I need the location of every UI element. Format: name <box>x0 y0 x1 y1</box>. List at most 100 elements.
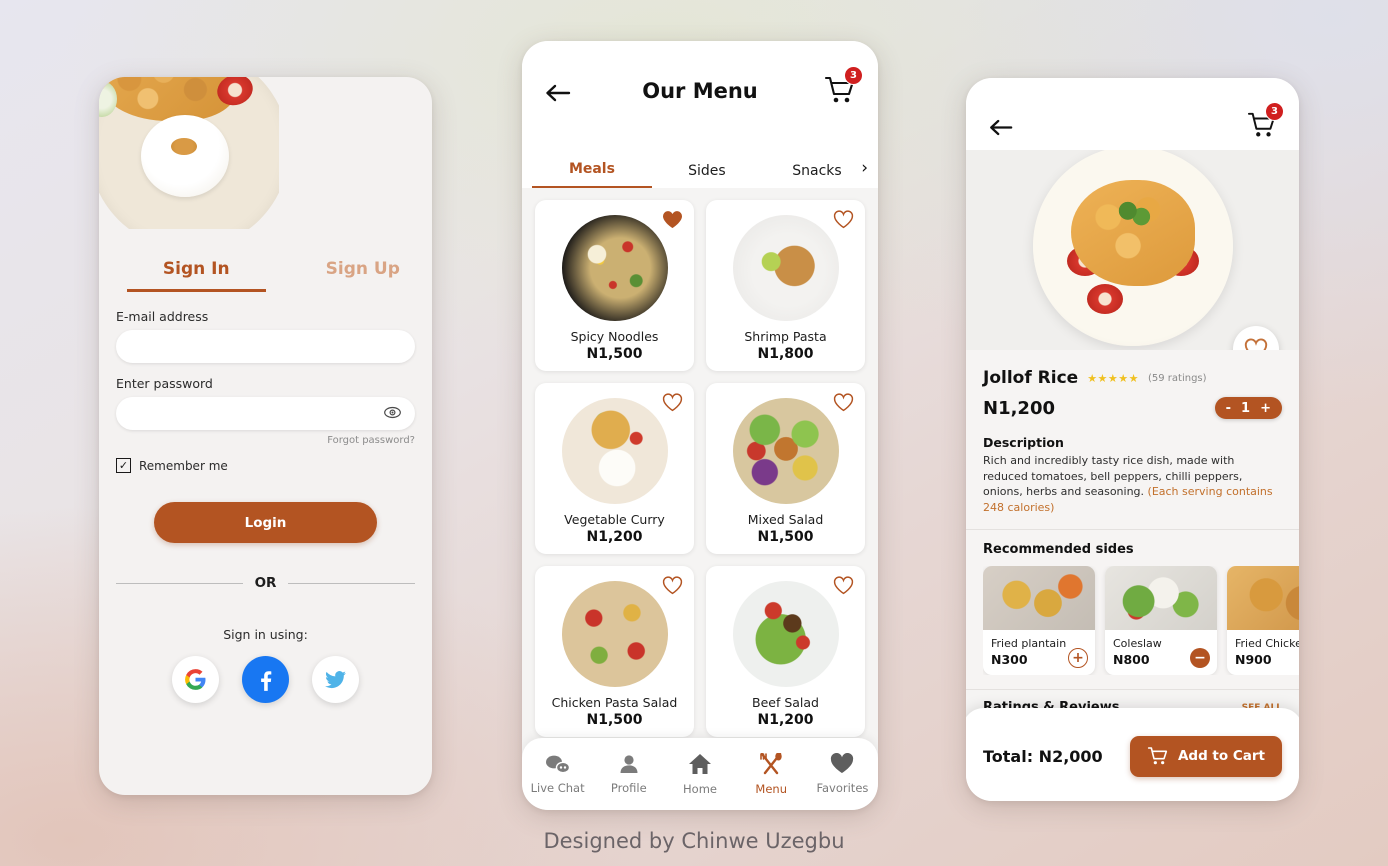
twitter-icon <box>325 671 346 689</box>
bottom-navigation: Live Chat Profile Home Menu Favorites <box>522 738 878 810</box>
rating-stars: ★★★★★ <box>1087 371 1139 385</box>
home-icon <box>664 753 735 778</box>
menu-item-name: Spicy Noodles <box>570 329 659 344</box>
side-card[interactable]: Fried plantain N300 + <box>983 566 1095 676</box>
menu-screen: Our Menu 3 Meals Sides Snacks › Spicy No… <box>522 41 878 810</box>
email-label: E-mail address <box>116 309 209 324</box>
divider-line-left <box>116 582 243 584</box>
description-body: Rich and incredibly tasty rice dish, mad… <box>983 453 1282 515</box>
menu-item-image <box>732 215 839 321</box>
forgot-password-link[interactable]: Forgot password? <box>116 435 415 446</box>
facebook-icon <box>260 670 271 691</box>
side-card[interactable]: Coleslaw N800 − <box>1105 566 1217 676</box>
chevron-right-icon[interactable]: › <box>861 158 868 178</box>
checkout-bar: Total: N2,000 Add to Cart <box>966 708 1299 801</box>
quantity-value: 1 <box>1241 400 1251 416</box>
cart-icon <box>1147 747 1168 765</box>
menu-item-image <box>561 215 668 321</box>
jollof-rice-graphic <box>1070 180 1195 286</box>
google-signin-button[interactable] <box>172 656 219 703</box>
social-buttons <box>116 656 415 703</box>
recommended-sides-list[interactable]: Fried plantain N300 + Coleslaw N800 − Fr… <box>983 566 1299 676</box>
favorite-icon-outline[interactable] <box>833 576 854 599</box>
product-name: Jollof Rice <box>983 368 1079 388</box>
nav-item-menu[interactable]: Menu <box>736 752 807 796</box>
password-label: Enter password <box>116 376 213 391</box>
divider-line-right <box>288 582 415 584</box>
chat-icon <box>522 754 593 777</box>
tab-meals[interactable]: Meals <box>532 161 652 188</box>
quantity-stepper[interactable]: - 1 + <box>1214 397 1282 419</box>
product-price: N1,200 <box>983 397 1055 419</box>
signin-form: E-mail address Enter password Forgot pas… <box>99 309 432 703</box>
menu-item-card[interactable]: Beef Salad N1,200 <box>706 566 865 737</box>
side-image <box>1227 566 1299 631</box>
nav-item-live-chat[interactable]: Live Chat <box>522 754 593 795</box>
remember-me-label: Remember me <box>139 458 228 473</box>
tab-snacks[interactable]: Snacks <box>762 163 872 188</box>
menu-item-card[interactable]: Chicken Pasta Salad N1,500 <box>535 566 694 737</box>
nav-item-home[interactable]: Home <box>664 753 735 796</box>
tab-sign-in[interactable]: Sign In <box>127 259 266 292</box>
menu-item-price: N1,500 <box>586 712 643 728</box>
add-to-cart-button[interactable]: Add to Cart <box>1129 735 1282 777</box>
back-button[interactable] <box>988 118 1014 141</box>
signin-hero-image <box>99 77 279 229</box>
heart-outline-icon <box>1244 338 1268 350</box>
social-prompt: Sign in using: <box>223 627 308 642</box>
jollof-plate-graphic <box>1032 150 1233 346</box>
favorite-button[interactable] <box>1233 326 1279 350</box>
heart-icon <box>807 752 878 777</box>
menu-item-price: N1,200 <box>757 712 814 728</box>
herb-garnish-graphic <box>1106 198 1159 230</box>
facebook-signin-button[interactable] <box>242 656 289 703</box>
nav-label: Profile <box>610 780 647 795</box>
menu-item-card[interactable]: Shrimp Pasta N1,800 <box>706 200 865 371</box>
side-image <box>1105 566 1217 631</box>
favorite-icon-outline[interactable] <box>833 210 854 233</box>
nav-item-profile[interactable]: Profile <box>593 754 664 795</box>
email-field[interactable] <box>116 330 415 363</box>
recommended-sides-heading: Recommended sides <box>983 542 1134 558</box>
favorite-icon-outline[interactable] <box>662 393 683 416</box>
side-price: N900 <box>1235 652 1272 668</box>
product-hero-image <box>966 150 1299 350</box>
detail-screen: 3 Jollof Rice ★★★★★ (59 ratings) N1,200 … <box>966 78 1299 801</box>
cart-button[interactable]: 3 <box>1247 102 1284 143</box>
or-divider: OR <box>116 575 415 591</box>
total-label: Total: N2,000 <box>983 746 1103 766</box>
auth-tabs: Sign In Sign Up <box>99 259 432 292</box>
curry-graphic <box>103 77 235 121</box>
menu-item-card[interactable]: Mixed Salad N1,500 <box>706 383 865 554</box>
login-button[interactable]: Login <box>154 502 377 543</box>
remember-me-checkbox[interactable]: ✓ <box>116 458 131 473</box>
nav-item-favorites[interactable]: Favorites <box>807 752 878 795</box>
twitter-signin-button[interactable] <box>312 656 359 703</box>
person-icon <box>593 754 664 777</box>
menu-item-price: N1,500 <box>757 529 814 545</box>
tab-sign-up[interactable]: Sign Up <box>294 259 433 292</box>
menu-item-card[interactable]: Spicy Noodles N1,500 <box>535 200 694 371</box>
favorite-icon-outline[interactable] <box>662 576 683 599</box>
favorite-icon-filled[interactable] <box>662 210 683 233</box>
side-image <box>983 566 1095 631</box>
side-card[interactable]: Fried Chicken N900 <box>1227 566 1299 676</box>
password-field[interactable] <box>116 397 415 430</box>
description-heading: Description <box>983 435 1064 450</box>
menu-category-tabs: Meals Sides Snacks › <box>522 146 878 188</box>
rice-graphic <box>141 115 229 197</box>
menu-item-card[interactable]: Vegetable Curry N1,200 <box>535 383 694 554</box>
menu-item-image <box>561 398 668 504</box>
quantity-decrease-button[interactable]: - <box>1226 401 1231 416</box>
menu-item-name: Vegetable Curry <box>564 512 665 527</box>
quantity-increase-button[interactable]: + <box>1260 401 1271 416</box>
nav-label: Favorites <box>816 781 869 795</box>
or-label: OR <box>254 575 277 591</box>
tab-sides[interactable]: Sides <box>652 163 762 188</box>
remember-me-row[interactable]: ✓ Remember me <box>116 458 415 473</box>
favorite-icon-outline[interactable] <box>833 393 854 416</box>
detail-header: 3 <box>966 78 1299 150</box>
show-password-icon[interactable] <box>384 406 401 421</box>
cart-button[interactable]: 3 <box>824 66 863 109</box>
side-body: Coleslaw N800 − <box>1105 630 1217 675</box>
